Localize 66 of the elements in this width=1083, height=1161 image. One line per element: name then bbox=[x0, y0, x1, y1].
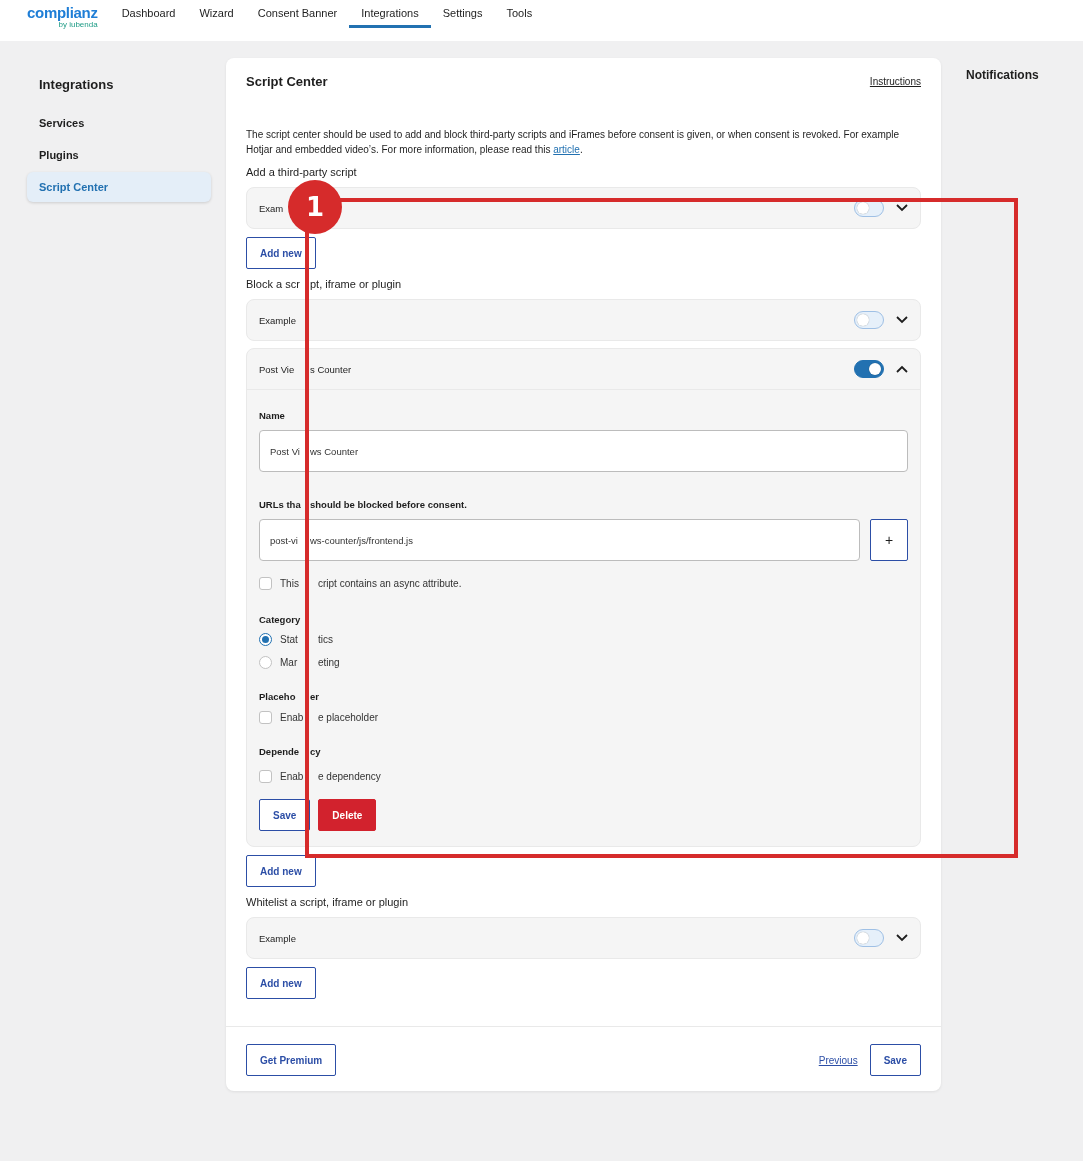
field-label: URLs tha bbox=[259, 499, 302, 510]
radio-button[interactable] bbox=[259, 633, 272, 646]
checkbox-label: This bbox=[280, 578, 300, 589]
logo: complianz bbox=[27, 4, 98, 20]
instructions-link[interactable]: Instructions bbox=[869, 76, 921, 87]
sidebar-item[interactable]: Plugins bbox=[27, 140, 211, 170]
script-name: Example bbox=[259, 314, 296, 326]
field-label: should be blocked before consent. bbox=[310, 499, 467, 510]
toggle-switch[interactable] bbox=[854, 311, 884, 329]
expand-chevron-icon[interactable] bbox=[896, 934, 908, 942]
radio-label: Stat bbox=[280, 634, 299, 645]
nav-tab[interactable]: Dashboard bbox=[109, 0, 188, 28]
radio-label: eting bbox=[318, 657, 340, 668]
script-name: Exam bbox=[259, 202, 284, 214]
card-title: Script Center bbox=[246, 74, 328, 89]
expand-chevron-icon[interactable] bbox=[896, 204, 908, 212]
checkbox[interactable] bbox=[259, 711, 272, 724]
toggle-switch[interactable] bbox=[854, 929, 884, 947]
script-name: Post Vie bbox=[259, 363, 296, 375]
checkbox-label: cript contains an async attribute. bbox=[318, 578, 462, 589]
collapse-chevron-icon[interactable] bbox=[896, 365, 908, 373]
section-title: Whitelist a script, iframe or plugin bbox=[246, 896, 408, 908]
sidebar-title: Integrations bbox=[39, 77, 115, 92]
nav-tab[interactable]: Settings bbox=[430, 0, 495, 28]
section-title: pt, iframe or plugin bbox=[310, 278, 402, 290]
checkbox-label: Enab bbox=[280, 712, 303, 723]
expand-chevron-icon[interactable] bbox=[896, 316, 908, 324]
save-button[interactable]: Save bbox=[259, 799, 311, 831]
checkbox-label: e placeholder bbox=[318, 712, 379, 723]
checkbox-label: e dependency bbox=[318, 771, 381, 782]
section-title: Block a scr bbox=[246, 278, 301, 290]
delete-button[interactable]: Delete bbox=[318, 799, 377, 831]
url-field[interactable]: post-vi ws-counter/js/frontend.js bbox=[259, 519, 860, 561]
notifications-title: Notifications bbox=[966, 68, 1039, 82]
add-new-button[interactable]: Add new bbox=[246, 237, 316, 269]
checkbox-label: Enab bbox=[280, 771, 303, 782]
section-title: Add a third-party script bbox=[246, 166, 357, 178]
field-label: er bbox=[310, 691, 319, 702]
description-text: The script center should be used to add and block third-party scripts and iFrames before consent is given, or when consent is revoked. For example Hotjar and embedded video’s. For more information, please read this article. bbox=[246, 128, 901, 157]
checkbox[interactable] bbox=[259, 577, 272, 590]
nav-tab[interactable]: Tools bbox=[494, 0, 545, 28]
toggle-switch[interactable] bbox=[854, 360, 884, 378]
sidebar-item[interactable]: Services bbox=[27, 108, 211, 138]
checkbox[interactable] bbox=[259, 770, 272, 783]
add-url-button[interactable]: + bbox=[870, 519, 908, 561]
previous-link[interactable]: Previous bbox=[818, 1054, 858, 1066]
field-label: Category bbox=[259, 614, 301, 625]
article-link[interactable]: article bbox=[553, 144, 580, 155]
save-button[interactable]: Save bbox=[869, 1044, 921, 1076]
field-label: Placeho bbox=[259, 691, 297, 702]
radio-button[interactable] bbox=[259, 656, 272, 669]
script-name: Example bbox=[259, 932, 296, 944]
field-label: Depende bbox=[259, 746, 301, 757]
field-label: cy bbox=[310, 746, 321, 757]
script-name: s Counter bbox=[310, 363, 352, 375]
add-new-button[interactable]: Add new bbox=[246, 855, 316, 887]
radio-label: tics bbox=[318, 634, 333, 645]
get-premium-button[interactable]: Get Premium bbox=[246, 1044, 337, 1076]
sidebar-item[interactable]: Script Center bbox=[27, 172, 211, 202]
nav-tab[interactable]: Integrations bbox=[349, 0, 431, 28]
nav-tab[interactable]: Consent Banner bbox=[245, 0, 350, 28]
nav-tab[interactable]: Wizard bbox=[187, 0, 246, 28]
name-field[interactable]: Post Vi ws Counter bbox=[259, 430, 908, 472]
add-new-button[interactable]: Add new bbox=[246, 967, 316, 999]
radio-label: Mar bbox=[280, 657, 299, 668]
field-label: Name bbox=[259, 410, 285, 421]
